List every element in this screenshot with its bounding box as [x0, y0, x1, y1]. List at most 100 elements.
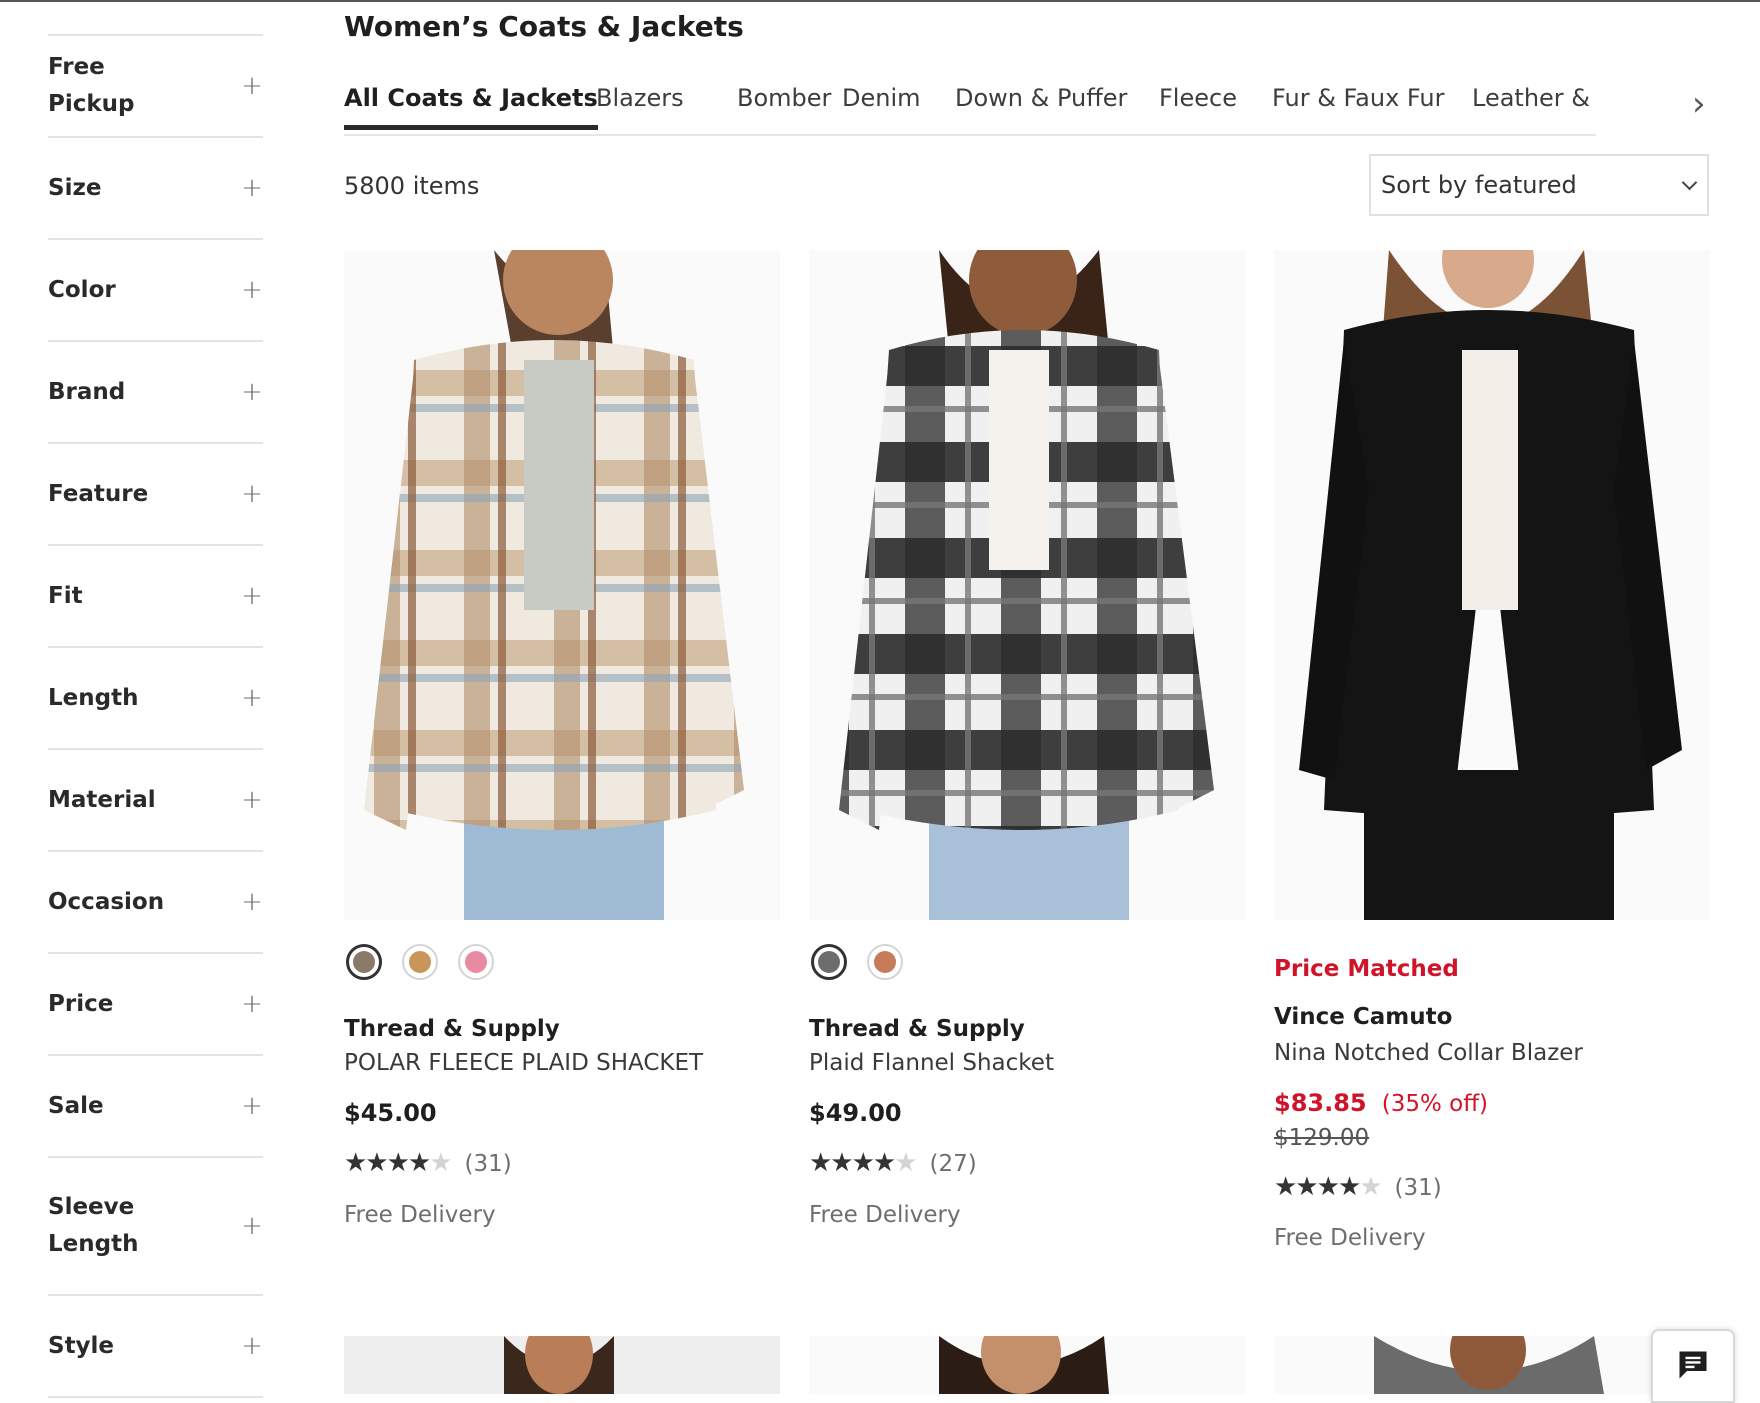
filter-label: Sale	[48, 1092, 104, 1119]
color-swatch[interactable]	[402, 944, 438, 980]
sort-dropdown[interactable]: Sort by featured	[1369, 154, 1709, 216]
product-image[interactable]	[809, 250, 1245, 920]
plus-icon: +	[241, 479, 263, 509]
star-rating: ★★★★★	[344, 1148, 453, 1178]
tab-bomber[interactable]: Bomber	[737, 84, 831, 130]
color-swatch[interactable]	[458, 944, 494, 980]
plus-icon: +	[241, 71, 263, 101]
sort-label: Sort by featured	[1381, 171, 1577, 199]
filter-sleeve-length[interactable]: Sleeve Length +	[48, 1156, 263, 1294]
filter-label: Price	[48, 990, 114, 1017]
filter-label: Free Pickup	[48, 54, 135, 117]
tab-leather-faux[interactable]: Leather & Faux I	[1472, 84, 1596, 130]
chat-icon	[1675, 1347, 1711, 1387]
product-rating[interactable]: ★★★★★ (31)	[1274, 1172, 1442, 1202]
filter-label: Material	[48, 786, 156, 813]
product-price: $49.00	[809, 1099, 902, 1127]
plus-icon: +	[241, 887, 263, 917]
plus-icon: +	[241, 1211, 263, 1241]
filled-stars: ★★★★	[1274, 1172, 1361, 1202]
filter-label: Sleeve Length	[48, 1194, 139, 1257]
page-title: Women’s Coats & Jackets	[344, 10, 744, 43]
filter-label: Size	[48, 174, 102, 201]
tab-blazers[interactable]: Blazers	[596, 84, 684, 130]
product-card[interactable]	[809, 250, 1245, 920]
product-name[interactable]: Plaid Flannel Shacket	[809, 1050, 1054, 1076]
tab-all-coats-jackets[interactable]: All Coats & Jackets	[344, 84, 598, 130]
product-brand[interactable]: Thread & Supply	[809, 1016, 1025, 1042]
tab-fur-faux-fur[interactable]: Fur & Faux Fur	[1272, 84, 1444, 130]
product-card[interactable]	[1274, 250, 1710, 920]
product-image[interactable]	[344, 1336, 780, 1394]
color-swatches	[346, 944, 494, 980]
chevron-right-icon[interactable]: ›	[1692, 84, 1706, 124]
filter-length[interactable]: Length +	[48, 646, 263, 748]
sale-price: $83.85	[1274, 1089, 1367, 1117]
filter-occasion[interactable]: Occasion +	[48, 850, 263, 952]
delivery-info: Free Delivery	[809, 1202, 961, 1228]
filter-brand[interactable]: Brand +	[48, 340, 263, 442]
filter-sale[interactable]: Sale +	[48, 1054, 263, 1156]
color-swatch[interactable]	[867, 944, 903, 980]
chat-button[interactable]	[1651, 1329, 1735, 1403]
star-rating: ★★★★★	[1274, 1172, 1383, 1202]
product-brand[interactable]: Vince Camuto	[1274, 1004, 1452, 1030]
filled-stars: ★★★★	[344, 1148, 431, 1178]
plus-icon: +	[241, 173, 263, 203]
empty-star: ★	[894, 1148, 917, 1178]
filter-label: Feature	[48, 480, 149, 507]
sale-price-row: $83.85 (35% off)	[1274, 1089, 1488, 1117]
review-count: (31)	[1394, 1175, 1442, 1201]
product-rating[interactable]: ★★★★★ (31)	[344, 1148, 512, 1178]
filter-label: Color	[48, 276, 116, 303]
plus-icon: +	[241, 275, 263, 305]
delivery-info: Free Delivery	[1274, 1225, 1426, 1251]
filter-free-pickup[interactable]: Free Pickup +	[48, 34, 263, 136]
tab-denim[interactable]: Denim	[842, 84, 921, 130]
filter-label: Length	[48, 684, 139, 711]
filter-size[interactable]: Size +	[48, 136, 263, 238]
filter-label: Brand	[48, 378, 126, 405]
plus-icon: +	[241, 377, 263, 407]
product-brand[interactable]: Thread & Supply	[344, 1016, 560, 1042]
filter-color[interactable]: Color +	[48, 238, 263, 340]
filter-fit[interactable]: Fit +	[48, 544, 263, 646]
plus-icon: +	[241, 581, 263, 611]
filter-feature[interactable]: Feature +	[48, 442, 263, 544]
product-image[interactable]	[1274, 1336, 1710, 1394]
delivery-info: Free Delivery	[344, 1202, 496, 1228]
plus-icon: +	[241, 785, 263, 815]
product-image[interactable]	[809, 1336, 1245, 1394]
product-name[interactable]: POLAR FLEECE PLAID SHACKET	[344, 1050, 703, 1076]
category-tabs: All Coats & Jackets Blazers Bomber Denim…	[344, 74, 1596, 136]
product-image[interactable]	[344, 250, 780, 920]
price-matched-badge: Price Matched	[1274, 956, 1459, 982]
color-swatches	[811, 944, 903, 980]
filter-material[interactable]: Material +	[48, 748, 263, 850]
color-swatch[interactable]	[811, 944, 847, 980]
plus-icon: +	[241, 989, 263, 1019]
discount-label: (35% off)	[1381, 1091, 1489, 1117]
star-rating: ★★★★★	[809, 1148, 918, 1178]
plus-icon: +	[241, 683, 263, 713]
chevron-down-icon	[1681, 174, 1698, 190]
product-card[interactable]	[344, 250, 780, 920]
tab-fleece[interactable]: Fleece	[1159, 84, 1237, 130]
review-count: (31)	[464, 1151, 512, 1177]
filter-style[interactable]: Style +	[48, 1294, 263, 1398]
empty-star: ★	[1359, 1172, 1382, 1202]
filter-label: Fit	[48, 582, 83, 609]
top-border	[0, 0, 1760, 2]
color-swatch[interactable]	[346, 944, 382, 980]
product-price: $45.00	[344, 1099, 437, 1127]
product-image[interactable]	[1274, 250, 1710, 920]
filled-stars: ★★★★	[809, 1148, 896, 1178]
plus-icon: +	[241, 1331, 263, 1361]
filter-label: Style	[48, 1332, 115, 1359]
plus-icon: +	[241, 1091, 263, 1121]
product-name[interactable]: Nina Notched Collar Blazer	[1274, 1040, 1583, 1066]
product-rating[interactable]: ★★★★★ (27)	[809, 1148, 977, 1178]
filter-price[interactable]: Price +	[48, 952, 263, 1054]
tab-down-puffer[interactable]: Down & Puffer	[955, 84, 1127, 130]
item-count: 5800 items	[344, 172, 480, 200]
